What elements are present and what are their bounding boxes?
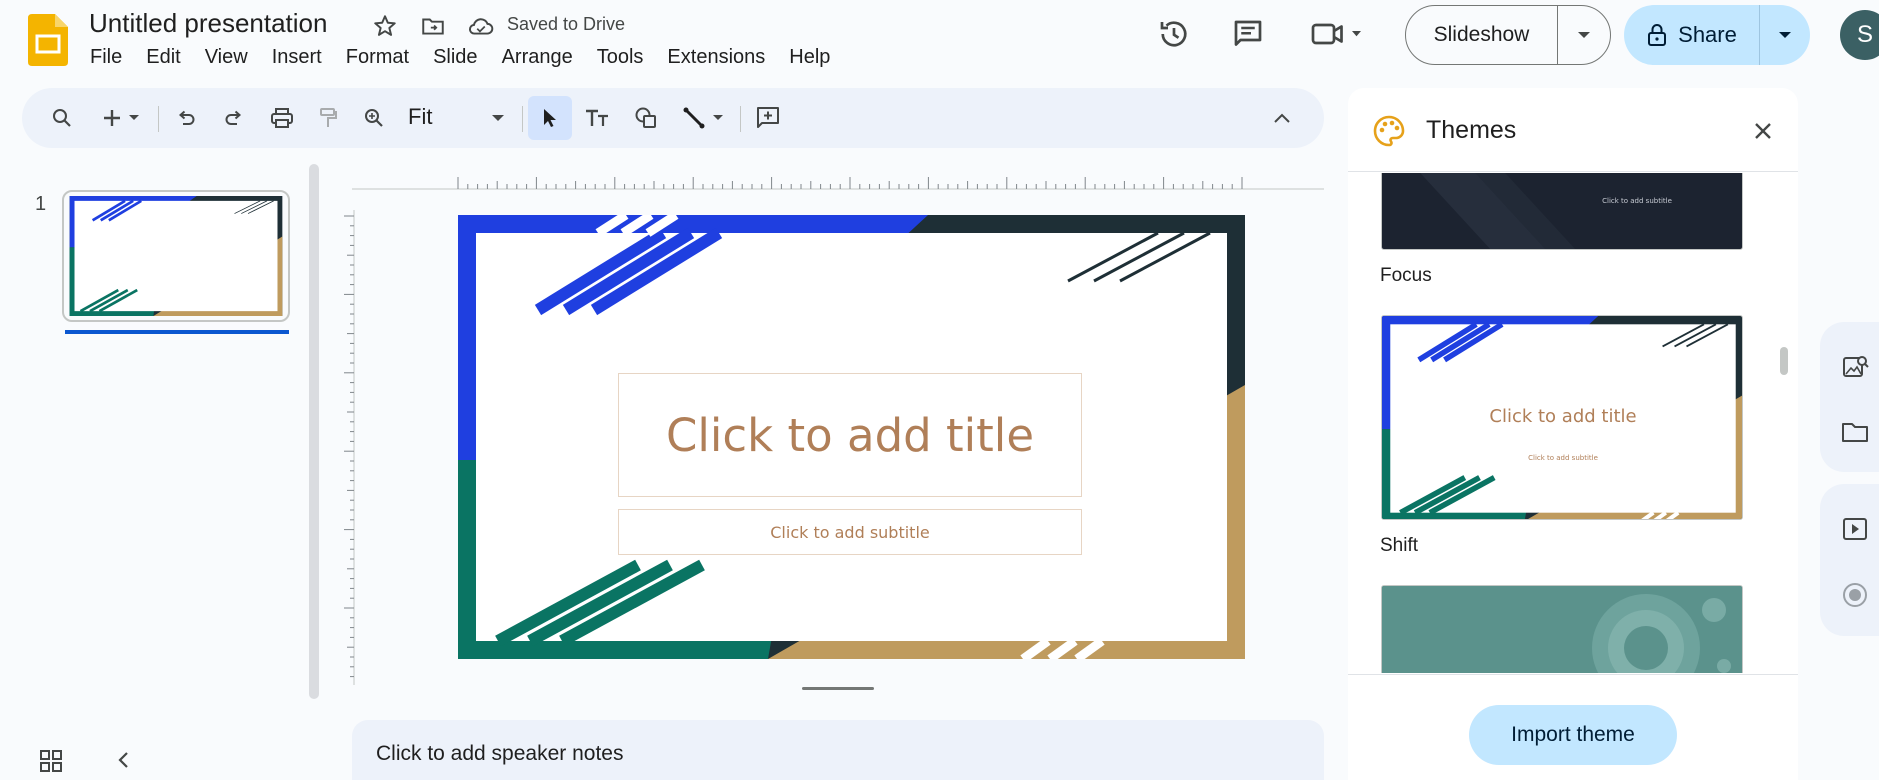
slides-logo[interactable]	[28, 14, 68, 66]
themes-scrollbar[interactable]	[1780, 347, 1788, 375]
paint-format-icon[interactable]	[312, 102, 344, 134]
toolbar-divider	[522, 106, 523, 132]
slide-thumbnail-preview	[69, 196, 283, 316]
slide-thumbnail-1[interactable]	[62, 190, 290, 322]
menu-slide[interactable]: Slide	[433, 44, 489, 71]
avatar[interactable]: S	[1840, 10, 1879, 60]
slideshow-dropdown[interactable]	[1558, 6, 1610, 64]
menu-insert[interactable]: Insert	[272, 44, 334, 71]
select-cursor-icon[interactable]	[534, 102, 566, 134]
add-comment-icon[interactable]	[752, 102, 784, 134]
undo-icon[interactable]	[170, 102, 202, 134]
slide-selected-indicator	[65, 330, 289, 334]
redo-icon[interactable]	[218, 102, 250, 134]
close-icon[interactable]	[1750, 118, 1776, 144]
play-box-icon[interactable]	[1840, 514, 1870, 544]
theme-shift-subtitle: Click to add subtitle	[1528, 454, 1598, 462]
collapse-toolbar-icon[interactable]	[1266, 102, 1298, 134]
filmstrip-scrollbar[interactable]	[309, 164, 319, 699]
share-label: Share	[1678, 22, 1737, 47]
chevron-down-icon	[1578, 32, 1590, 38]
add-dropdown-icon[interactable]	[126, 102, 142, 134]
slide-subtitle-placeholder[interactable]: Click to add subtitle	[618, 509, 1082, 555]
print-icon[interactable]	[266, 102, 298, 134]
version-history-icon[interactable]	[1156, 16, 1192, 52]
line-icon[interactable]	[678, 102, 710, 134]
record-icon[interactable]	[1840, 580, 1870, 610]
add-icon[interactable]	[96, 102, 128, 134]
theme-card-focus[interactable]: Click to add subtitle	[1381, 173, 1743, 250]
slide-title-placeholder[interactable]: Click to add title	[618, 373, 1082, 497]
comments-icon[interactable]	[1230, 16, 1266, 52]
theme-preview-focus	[1382, 173, 1742, 249]
speaker-notes[interactable]: Click to add speaker notes	[352, 720, 1324, 780]
theme-name-focus: Focus	[1380, 265, 1432, 286]
menu-bar: File Edit View Insert Format Slide Arran…	[90, 44, 854, 71]
menu-help[interactable]: Help	[789, 44, 842, 71]
speaker-notes-placeholder: Click to add speaker notes	[376, 742, 624, 765]
menu-format[interactable]: Format	[346, 44, 421, 71]
slide-number: 1	[35, 193, 47, 215]
menu-view[interactable]: View	[205, 44, 260, 71]
menu-file[interactable]: File	[90, 44, 134, 71]
themes-panel: Themes Click to add subtitle Focus Click…	[1348, 88, 1798, 780]
meet-video-icon[interactable]	[1310, 16, 1370, 52]
menu-arrange[interactable]: Arrange	[502, 44, 585, 71]
theme-shift-title: Click to add title	[1489, 406, 1637, 427]
themes-list[interactable]: Click to add subtitle Focus Click to add…	[1348, 173, 1798, 673]
move-folder-icon[interactable]	[420, 13, 446, 39]
themes-footer: Import theme	[1348, 674, 1798, 780]
folder-icon[interactable]	[1840, 417, 1870, 447]
zoom-select[interactable]: Fit	[408, 104, 432, 130]
slideshow-button[interactable]: Slideshow	[1406, 6, 1558, 64]
theme-preview-3	[1382, 586, 1742, 673]
image-search-icon[interactable]	[1840, 352, 1870, 382]
theme-name-shift: Shift	[1380, 535, 1419, 556]
vertical-ruler[interactable]	[343, 210, 355, 685]
horizontal-ruler[interactable]	[352, 168, 1324, 190]
cloud-saved-icon[interactable]	[467, 13, 494, 39]
toolbar: Fit	[22, 88, 1324, 148]
saved-status: Saved to Drive	[507, 14, 626, 34]
shape-icon[interactable]	[630, 102, 662, 134]
slide-canvas[interactable]: Click to add title Click to add subtitle	[458, 215, 1245, 659]
text-box-icon[interactable]	[580, 102, 616, 134]
lock-icon	[1648, 24, 1667, 46]
zoom-dropdown-icon[interactable]	[488, 102, 508, 134]
grid-view-icon[interactable]	[38, 748, 66, 776]
star-icon[interactable]	[372, 13, 398, 39]
chevron-down-icon	[1779, 32, 1791, 38]
toolbar-divider	[158, 106, 159, 132]
slideshow-group: Slideshow	[1405, 5, 1611, 65]
palette-icon	[1372, 114, 1406, 148]
toolbar-divider	[740, 106, 741, 132]
theme-card-shift[interactable]: Click to add title Click to add subtitle	[1381, 315, 1743, 520]
theme-focus-subtitle: Click to add subtitle	[1602, 197, 1672, 205]
share-button[interactable]: Share	[1624, 5, 1760, 65]
notes-resize-handle[interactable]	[802, 687, 874, 690]
themes-header: Themes	[1348, 88, 1798, 172]
side-rail-top	[1820, 322, 1879, 472]
menu-edit[interactable]: Edit	[146, 44, 192, 71]
line-dropdown-icon[interactable]	[710, 102, 726, 134]
share-group: Share	[1624, 5, 1810, 65]
side-rail-bottom	[1820, 484, 1879, 636]
theme-card-3[interactable]	[1381, 585, 1743, 673]
search-icon[interactable]	[46, 102, 78, 134]
presentation-title[interactable]: Untitled presentation	[89, 8, 327, 39]
import-theme-button[interactable]: Import theme	[1469, 705, 1677, 765]
themes-panel-title: Themes	[1426, 116, 1517, 144]
share-dropdown[interactable]	[1760, 5, 1810, 65]
slides-logo-icon	[28, 14, 68, 66]
menu-extensions[interactable]: Extensions	[667, 44, 777, 71]
collapse-filmstrip-icon[interactable]	[112, 748, 140, 776]
menu-tools[interactable]: Tools	[597, 44, 656, 71]
zoom-icon[interactable]	[358, 102, 390, 134]
